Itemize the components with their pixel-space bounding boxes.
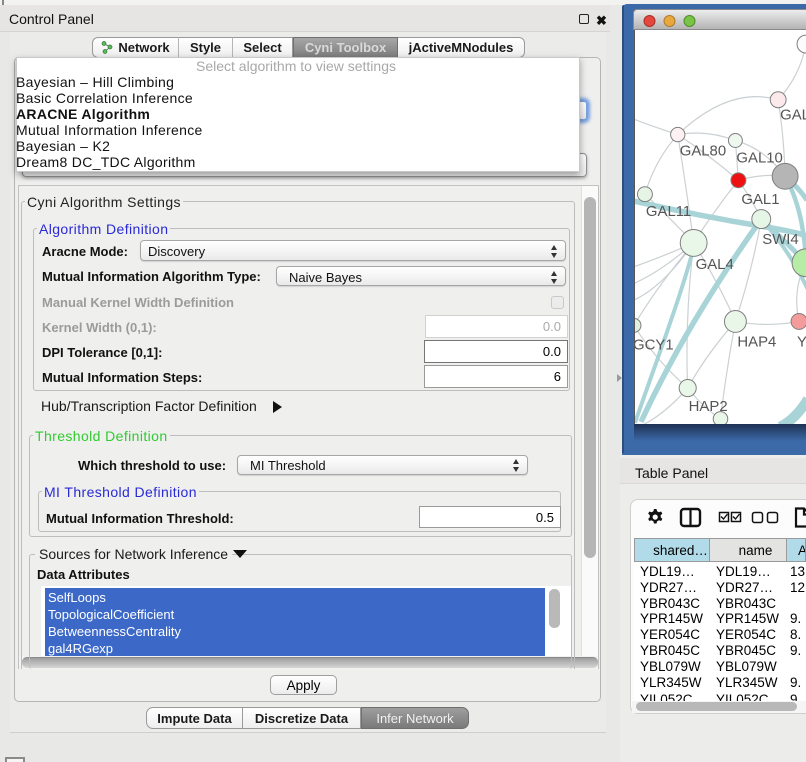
svg-text:GAL10: GAL10 xyxy=(736,150,782,166)
svg-text:GCY1: GCY1 xyxy=(634,337,674,353)
svg-text:HAP2: HAP2 xyxy=(689,399,728,415)
svg-text:HAP4: HAP4 xyxy=(737,334,776,350)
svg-text:Y: Y xyxy=(797,334,806,350)
svg-text:SWI4: SWI4 xyxy=(762,232,798,248)
svg-text:GAL1: GAL1 xyxy=(741,192,779,208)
svg-text:GAL4: GAL4 xyxy=(696,257,734,273)
svg-text:GAL80: GAL80 xyxy=(680,143,726,159)
svg-text:GAL11: GAL11 xyxy=(646,204,691,220)
svg-text:GAL7: GAL7 xyxy=(780,108,806,124)
